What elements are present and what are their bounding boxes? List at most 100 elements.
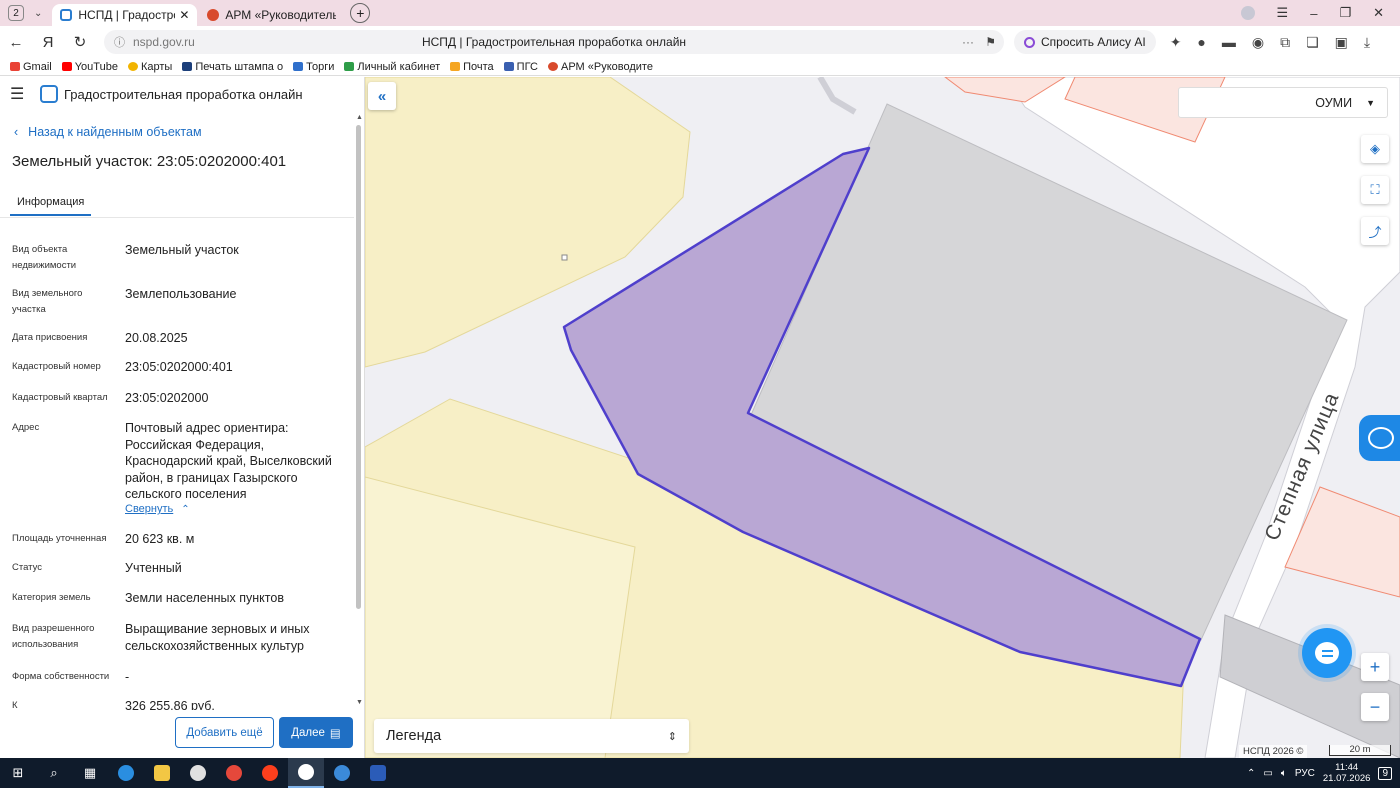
task-view-icon[interactable]: ▦ — [72, 758, 108, 788]
bookmark-label: Gmail — [23, 60, 52, 73]
map-marker — [561, 254, 568, 261]
more-icon[interactable]: ··· — [962, 35, 974, 49]
property-value: 23:05:0202000:401 — [125, 360, 233, 374]
scroll-down-icon[interactable]: ▼ — [356, 699, 363, 706]
zoom-out-button[interactable]: − — [1361, 693, 1389, 721]
yandex-icon[interactable]: Я — [32, 34, 64, 51]
bookmark-icon[interactable]: ⚑ — [985, 35, 996, 49]
bookmark-torgi[interactable]: Торги — [293, 61, 334, 73]
property-label: Категория земель — [12, 592, 91, 603]
feedback-icon — [1368, 427, 1394, 449]
expand-icon: ⇕ — [667, 730, 677, 743]
property-value: 20 623 кв. м — [125, 532, 195, 546]
scroll-up-icon[interactable]: ▲ — [356, 114, 363, 121]
url-field[interactable]: ⓘ nspd.gov.ru НСПД | Градостроительная п… — [104, 30, 1004, 54]
property-value: Землепользование — [125, 287, 237, 301]
explorer-app-icon[interactable] — [144, 758, 180, 788]
bookmark-maps[interactable]: Карты — [127, 61, 172, 73]
extension-icon[interactable]: ● — [1197, 34, 1205, 51]
feedback-widget[interactable] — [1359, 415, 1400, 461]
browser-tab-nspd[interactable]: НСПД | Градостроительна ✕ — [52, 4, 198, 26]
bookmark-pgs[interactable]: ПГС — [503, 61, 538, 73]
share-button[interactable]: ⤴ — [1361, 217, 1389, 245]
extension-icon[interactable]: ◉ — [1252, 34, 1264, 51]
messenger-app-icon[interactable] — [324, 758, 360, 788]
start-button[interactable]: ⊞ — [0, 758, 36, 788]
collapse-address[interactable]: Свернуть ⌃ — [125, 503, 190, 515]
chevron-down-icon[interactable]: ⌄ — [34, 8, 42, 19]
legend-toggle[interactable]: Легенда ⇕ — [374, 719, 689, 753]
search-icon[interactable]: ⌕ — [36, 758, 72, 788]
app-header: ☰ Градостроительная проработка онлайн — [0, 77, 364, 111]
clock[interactable]: 11:44 21.07.2026 — [1323, 762, 1371, 784]
menu-icon[interactable]: ☰ — [1277, 5, 1289, 21]
bookmark-stamp[interactable]: Печать штампа о — [182, 61, 283, 73]
restore-icon[interactable]: ❐ — [1339, 5, 1351, 21]
property-value: Выращивание зерновых и иных сельскохозяй… — [125, 622, 310, 653]
sidebar-scrollbar[interactable]: ▲ ▼ — [355, 114, 363, 706]
collections-icon[interactable]: ❏ — [1306, 34, 1319, 51]
browser-tab-arm[interactable]: АРМ «Руководитель» — [199, 4, 344, 26]
alice-button[interactable]: Спросить Алису AI — [1014, 30, 1156, 54]
downloads-icon[interactable]: ⤓ — [1364, 34, 1370, 51]
tray-chevron-icon[interactable]: ⌃ — [1247, 768, 1255, 779]
back-to-results-link[interactable]: ‹ Назад к найденным объектам — [14, 125, 364, 139]
layer-select-value: ОУМИ — [1315, 95, 1353, 110]
add-more-button[interactable]: Добавить ещё — [175, 717, 274, 748]
minimize-icon[interactable]: – — [1310, 6, 1317, 21]
collapse-link[interactable]: Свернуть — [125, 503, 173, 515]
bookmark-gmail[interactable]: Gmail — [10, 61, 52, 73]
property-value: Учтенный — [125, 561, 182, 575]
chrome-app-icon[interactable] — [216, 758, 252, 788]
map-canvas[interactable]: Степная улица — [365, 77, 1400, 758]
hamburger-menu-icon[interactable]: ☰ — [10, 84, 32, 104]
network-icon[interactable]: ▭ — [1263, 768, 1272, 779]
puzzle-icon[interactable]: ⧉ — [1280, 34, 1290, 51]
map-view[interactable]: Степная улица « ОУМИ ▼ ◈ ⛶ ⤴ + − Легенда… — [365, 77, 1400, 758]
scroll-thumb[interactable] — [356, 125, 361, 609]
select-area-icon: ⛶ — [1370, 182, 1380, 197]
close-window-icon[interactable]: ✕ — [1373, 5, 1384, 21]
chat-button[interactable] — [1302, 628, 1352, 678]
word-app-icon[interactable] — [360, 758, 396, 788]
language-indicator[interactable]: РУС — [1295, 768, 1315, 779]
reload-icon[interactable]: ↻ — [64, 33, 96, 51]
tab-title: АРМ «Руководитель» — [225, 8, 337, 22]
profile-avatar[interactable] — [1240, 6, 1255, 20]
bookmark-label: Печать штампа о — [195, 60, 284, 73]
bookmark-cabinet[interactable]: Личный кабинет — [344, 61, 440, 73]
next-label: Далее — [291, 726, 325, 739]
extension-icon[interactable]: ▣ — [1335, 34, 1348, 51]
notifications-icon[interactable]: 9 — [1378, 766, 1392, 780]
c-app-icon[interactable] — [180, 758, 216, 788]
property-label: Кадастровый номер — [12, 361, 101, 372]
yandex-app-icon[interactable] — [252, 758, 288, 788]
new-tab-button[interactable]: + — [350, 3, 371, 23]
close-icon[interactable]: ✕ — [179, 8, 189, 22]
property-label: Вид разрешенного использования — [12, 623, 95, 650]
tab-count-badge[interactable]: 2 — [8, 5, 24, 21]
extension-icon[interactable]: ▬ — [1222, 34, 1236, 51]
site-info-icon[interactable]: ⓘ — [114, 34, 125, 50]
alice-icon — [1024, 36, 1035, 48]
page-title-in-url: НСПД | Градостроительная проработка онла… — [421, 35, 687, 49]
layer-select[interactable]: ОУМИ ▼ — [1178, 87, 1388, 118]
collapse-sidebar-button[interactable]: « — [368, 82, 396, 110]
bookmark-mail[interactable]: Почта — [450, 61, 494, 73]
alice-label: Спросить Алису AI — [1041, 35, 1146, 49]
next-button[interactable]: Далее ▤ — [279, 717, 353, 748]
ie-app-icon[interactable] — [108, 758, 144, 788]
chevron-up-icon: ⌃ — [181, 503, 190, 515]
layers-button[interactable]: ◈ — [1361, 135, 1389, 163]
property-value: 20.08.2025 — [125, 331, 188, 345]
zoom-in-button[interactable]: + — [1361, 653, 1389, 681]
bookmark-youtube[interactable]: YouTube — [61, 61, 118, 73]
app-title: Градостроительная проработка онлайн — [64, 86, 303, 102]
select-area-button[interactable]: ⛶ — [1361, 176, 1389, 204]
extension-icon[interactable]: ✦ — [1170, 34, 1182, 51]
bookmark-arm[interactable]: АРМ «Руководите — [547, 61, 653, 73]
tab-information[interactable]: Информация — [10, 196, 92, 216]
volume-icon[interactable]: 🔈︎ — [1281, 768, 1287, 779]
yandex-browser-app-icon[interactable] — [288, 758, 324, 788]
back-arrow-icon[interactable]: ← — [0, 34, 32, 51]
